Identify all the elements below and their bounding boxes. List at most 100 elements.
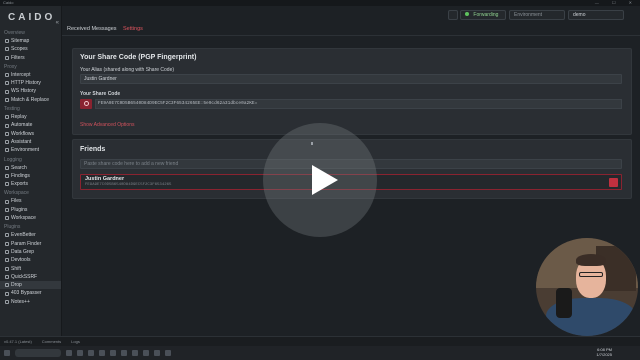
sidebar-item-label: QuickSSRF — [11, 273, 38, 280]
sidebar-item-icon — [5, 283, 9, 288]
sidebar-item-icon — [5, 299, 9, 304]
taskbar-app-icon[interactable] — [154, 350, 160, 356]
logs-button[interactable]: Logs — [71, 337, 80, 346]
sidebar-item-environment[interactable]: Environment — [0, 146, 61, 154]
sidebar-item-403-bypasser[interactable]: 403 Bypasser — [0, 289, 61, 297]
share-code-card: Your Share Code (PGP Fingerprint) Your A… — [72, 48, 632, 135]
sidebar-item-exports[interactable]: Exports — [0, 180, 61, 188]
sidebar-item-label: Sitemap — [11, 38, 30, 44]
sidebar-item-label: 403 Bypasser — [11, 290, 42, 297]
alias-input[interactable]: Justin Gardner — [80, 74, 622, 84]
sidebar-item-label: Devtools — [11, 257, 31, 264]
collapse-sidebar-icon[interactable]: « — [56, 20, 59, 26]
sidebar-item-intercept[interactable]: Intercept — [0, 71, 61, 79]
taskbar-app-icon[interactable] — [132, 350, 138, 356]
sidebar-item-icon — [5, 291, 9, 296]
sidebar-item-icon — [5, 199, 9, 204]
sidebar-item-icon — [5, 89, 9, 94]
sidebar-section-title: Testing — [4, 106, 20, 113]
sidebar-item-label: Intercept — [11, 71, 31, 78]
tab-received-messages[interactable]: Received Messages — [67, 26, 117, 32]
sidebar-item-workflows[interactable]: Workflows — [0, 130, 61, 138]
sidebar-item-icon — [5, 55, 9, 60]
sidebar-section-title: Logging — [4, 156, 22, 163]
sidebar-item-replay[interactable]: Replay — [0, 113, 61, 121]
sidebar-item-findings[interactable]: Findings — [0, 172, 61, 180]
webcam-person-hair — [576, 254, 606, 266]
sidebar-item-label: Search — [11, 164, 27, 171]
sidebar-item-icon — [5, 207, 9, 212]
share-code-value[interactable]: FE9A9E7C0D5B6540D84D9EC5F2C3F6534265EE:5… — [95, 99, 622, 109]
sidebar-item-quickssrf[interactable]: QuickSSRF — [0, 273, 61, 281]
sidebar-item-label: Workflows — [11, 130, 34, 137]
sidebar-item-devtools[interactable]: Devtools — [0, 256, 61, 264]
sidebar-item-icon — [5, 148, 9, 153]
sidebar-item-label: Plugins — [11, 206, 28, 213]
sidebar-item-icon — [5, 182, 9, 187]
sidebar-item-sitemap[interactable]: Sitemap — [0, 37, 61, 45]
taskbar-app-icon[interactable] — [77, 350, 83, 356]
webcam-glasses — [579, 272, 603, 277]
sidebar-item-label: Automate — [11, 122, 33, 129]
sidebar-section-title: Overview — [4, 30, 25, 36]
video-play-button[interactable] — [263, 123, 377, 237]
taskbar-search[interactable] — [15, 349, 61, 357]
sidebar-item-label: Exports — [11, 181, 28, 188]
copy-key-icon[interactable] — [80, 99, 92, 109]
friends-title: Friends — [80, 146, 106, 153]
sidebar-item-label: Filters — [11, 54, 25, 61]
sidebar-item-workspace[interactable]: Workspace — [0, 214, 61, 222]
taskbar-app-icon[interactable] — [88, 350, 94, 356]
start-icon[interactable] — [4, 350, 10, 356]
show-advanced-options-link[interactable]: Show Advanced Options — [80, 122, 134, 128]
taskbar-app-icon[interactable] — [121, 350, 127, 356]
sidebar-item-icon — [5, 174, 9, 178]
sidebar-item-icon — [5, 140, 9, 145]
taskbar-app-icon[interactable] — [66, 350, 72, 356]
sidebar-item-icon — [5, 266, 9, 271]
sidebar-item-icon — [5, 233, 9, 238]
sidebar-item-scopes[interactable]: Scopes — [0, 45, 61, 53]
tab-settings[interactable]: Settings — [123, 26, 143, 32]
sidebar-item-shift[interactable]: Shift — [0, 265, 61, 273]
alias-label: Your Alias (shared along with Share Code… — [80, 67, 175, 73]
sidebar-item-drop[interactable]: Drop — [0, 281, 61, 290]
sidebar-item-evenbetter[interactable]: EvenBetter — [0, 231, 61, 239]
sidebar-item-label: Notes++ — [11, 298, 30, 305]
environment-select[interactable]: Environment — [509, 10, 565, 20]
sidebar-item-filters[interactable]: Filters — [0, 54, 61, 62]
sidebar-item-label: Environment — [11, 147, 40, 154]
sidebar-item-notes-[interactable]: Notes++ — [0, 298, 61, 306]
sidebar-item-ws-history[interactable]: WS History — [0, 87, 61, 95]
sidebar-item-match-replace[interactable]: Match & Replace — [0, 96, 61, 104]
sidebar-item-icon — [5, 250, 9, 255]
sidebar-item-data-grep[interactable]: Data Grep — [0, 248, 61, 256]
comments-button[interactable]: Comments — [42, 337, 61, 346]
taskbar-app-icon[interactable] — [143, 350, 149, 356]
settings-gear-icon[interactable] — [448, 10, 458, 20]
taskbar-app-icon[interactable] — [165, 350, 171, 356]
sidebar-item-files[interactable]: Files — [0, 197, 61, 205]
sidebar-item-search[interactable]: Search — [0, 164, 61, 172]
forwarding-status-icon — [465, 12, 469, 16]
sidebar-item-label: Findings — [11, 172, 30, 179]
sidebar-item-icon — [5, 123, 9, 128]
forwarding-toggle[interactable]: Forwarding — [460, 10, 506, 20]
sidebar-item-label: Shift — [11, 265, 22, 272]
sidebar-item-param-finder[interactable]: Param Finder — [0, 240, 61, 248]
sidebar: CAIDO « Overview Sitemap Scopes Filters Prox… — [0, 6, 62, 336]
project-label: demo — [573, 12, 586, 18]
sidebar-item-automate[interactable]: Automate — [0, 121, 61, 129]
environment-label: Environment — [514, 12, 543, 18]
taskbar-clock: 6:08 PM 1/7/2025 — [596, 347, 612, 357]
taskbar-app-icon[interactable] — [110, 350, 116, 356]
project-select[interactable]: demo — [568, 10, 624, 20]
sidebar-item-icon — [5, 97, 9, 102]
sidebar-item-plugins[interactable]: Plugins — [0, 206, 61, 214]
taskbar-app-icon[interactable] — [99, 350, 105, 356]
sidebar-item-assistant[interactable]: Assistant — [0, 138, 61, 146]
sidebar-item-http-history[interactable]: HTTP History — [0, 79, 61, 87]
sidebar-item-icon — [5, 39, 9, 44]
sidebar-item-label: Scopes — [11, 46, 28, 53]
delete-friend-icon[interactable] — [609, 178, 618, 187]
